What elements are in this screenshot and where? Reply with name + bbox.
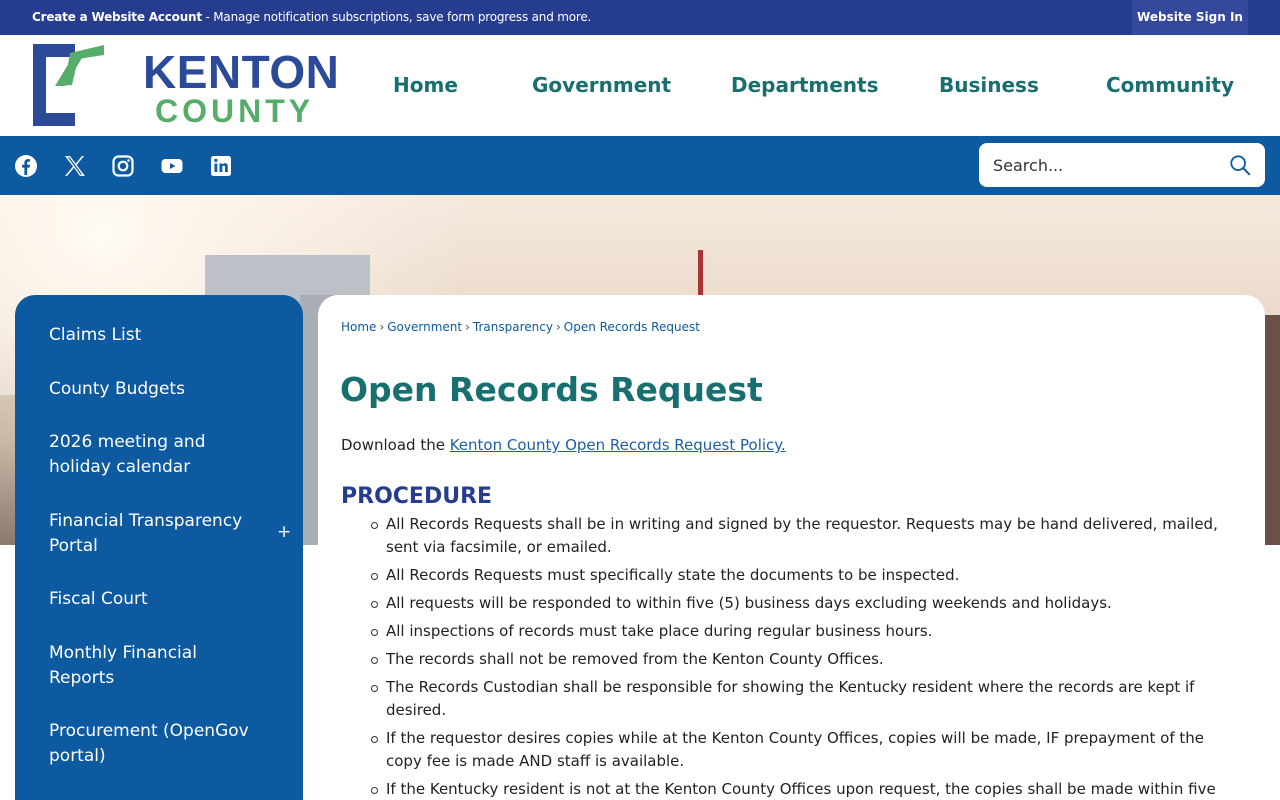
breadcrumb-separator: › (555, 320, 561, 334)
search-box (979, 143, 1265, 187)
sidebar-item-monthly-financial-reports[interactable]: Monthly Financial Reports (49, 641, 259, 691)
logo-text-county: COUNTY (155, 93, 315, 129)
breadcrumb-separator: › (379, 320, 385, 334)
account-banner-text: - Manage notification subscriptions, sav… (201, 10, 592, 24)
procedure-heading: PROCEDURE (341, 484, 493, 509)
policy-download-link[interactable]: Kenton County Open Records Request Polic… (450, 436, 786, 454)
breadcrumb-separator: › (465, 320, 470, 334)
nav-community[interactable]: Community (1106, 73, 1234, 97)
list-item: The Records Custodian shall be responsib… (371, 676, 1236, 722)
nav-home[interactable]: Home (393, 73, 458, 97)
breadcrumb-home[interactable]: Home (341, 320, 376, 334)
sidebar-item-meeting-calendar[interactable]: 2026 meeting and holiday calendar (49, 430, 259, 480)
site-header: KENTON COUNTY Home Government Department… (0, 35, 1280, 136)
account-banner-message[interactable]: Create a Website Account - Manage notifi… (32, 10, 591, 24)
list-item: All Records Requests must specifically s… (371, 564, 1236, 587)
nav-departments[interactable]: Departments (731, 73, 879, 97)
list-item: If the Kentucky resident is not at the K… (371, 778, 1236, 800)
list-item: All inspections of records must take pla… (371, 620, 1236, 643)
section-sidebar: Claims List County Budgets 2026 meeting … (15, 295, 303, 800)
logo-mark-icon (33, 44, 104, 126)
procedure-list: All Records Requests shall be in writing… (371, 513, 1236, 800)
sidebar-item-county-budgets[interactable]: County Budgets (49, 377, 259, 402)
website-sign-in-button[interactable]: Website Sign In (1132, 0, 1248, 35)
breadcrumb-transparency[interactable]: Transparency (473, 320, 553, 334)
expand-plus-icon[interactable]: + (277, 522, 291, 542)
facebook-icon[interactable] (14, 154, 38, 178)
breadcrumb-government[interactable]: Government (387, 320, 462, 334)
list-item: All requests will be responded to within… (371, 592, 1236, 615)
logo-text-kenton: KENTON (143, 46, 340, 98)
search-icon[interactable] (1229, 154, 1251, 176)
page-title: Open Records Request (340, 370, 763, 409)
linkedin-icon[interactable] (209, 154, 233, 178)
youtube-icon[interactable] (160, 154, 184, 178)
main-content: Home › Government › Transparency › Open Record… (318, 295, 1265, 800)
social-search-bar (0, 136, 1280, 195)
intro-paragraph: Download the Kenton County Open Records … (341, 436, 786, 454)
intro-text: Download the (341, 436, 450, 454)
sidebar-item-procurement[interactable]: Procurement (OpenGov portal) (49, 719, 259, 769)
search-input[interactable] (993, 154, 1213, 176)
sidebar-item-financial-transparency[interactable]: Financial Transparency Portal (49, 509, 259, 559)
kenton-county-logo[interactable]: KENTON COUNTY (30, 41, 350, 131)
nav-business[interactable]: Business (939, 73, 1039, 97)
breadcrumb: Home › Government › Transparency › Open Record… (341, 320, 700, 334)
x-icon[interactable] (63, 154, 87, 178)
nav-government[interactable]: Government (532, 73, 671, 97)
breadcrumb-current[interactable]: Open Records Request (564, 320, 700, 334)
list-item: The records shall not be removed from th… (371, 648, 1236, 671)
create-account-link[interactable]: Create a Website Account (32, 10, 202, 24)
list-item: If the requestor desires copies while at… (371, 727, 1236, 773)
instagram-icon[interactable] (111, 154, 135, 178)
sidebar-item-claims-list[interactable]: Claims List (49, 323, 259, 348)
hero-flag (698, 250, 703, 295)
sidebar-item-fiscal-court[interactable]: Fiscal Court (49, 587, 259, 612)
list-item: All Records Requests shall be in writing… (371, 513, 1236, 559)
account-banner: Create a Website Account - Manage notifi… (0, 0, 1280, 35)
